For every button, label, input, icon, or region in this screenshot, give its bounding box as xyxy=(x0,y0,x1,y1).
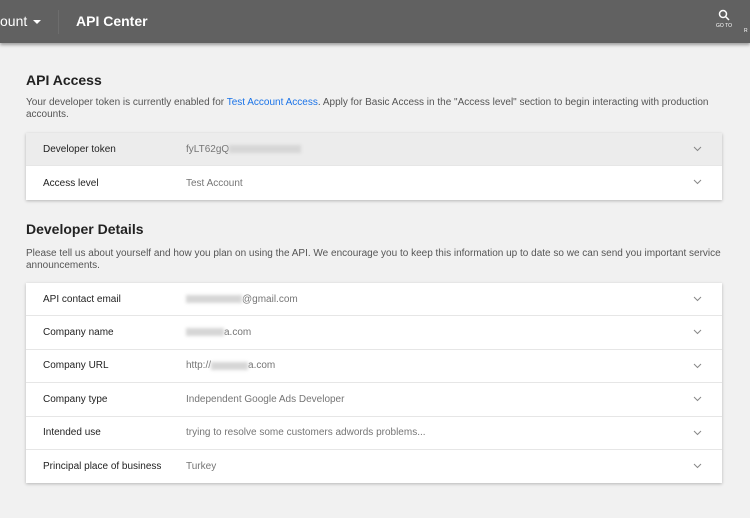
account-label: ount xyxy=(0,13,28,29)
chevron-down-icon xyxy=(693,330,702,335)
access-level-row[interactable]: Access level Test Account xyxy=(26,166,722,199)
row-value: a.com xyxy=(186,327,251,338)
redacted-block xyxy=(186,295,242,304)
value-text: Independent Google Ads Developer xyxy=(186,393,345,405)
chevron-down-icon xyxy=(693,296,702,302)
row-label: Intended use xyxy=(43,427,101,439)
value-text: @gmail.com xyxy=(242,293,298,305)
row-label: Company type xyxy=(43,393,108,405)
api-access-heading: API Access xyxy=(26,72,102,88)
chevron-down-icon xyxy=(693,463,702,469)
top-app-bar: ount API Center GO TO R xyxy=(0,0,750,43)
search-icon xyxy=(718,9,730,21)
value-text: a.com xyxy=(248,360,276,372)
developer-details-heading: Developer Details xyxy=(26,221,144,237)
redacted-block xyxy=(186,328,224,337)
api-access-card: Developer token fyLT62gQ Access level Te… xyxy=(26,133,722,200)
reports-button[interactable]: R xyxy=(744,28,748,34)
row-label: Company name xyxy=(43,327,114,339)
token-value: fyLT62gQ xyxy=(186,143,230,155)
row-value: http:// a.com xyxy=(186,360,275,371)
row-label: Company URL xyxy=(43,360,109,372)
desc-text: Your developer token is currently enable… xyxy=(26,97,227,108)
chevron-down-icon xyxy=(693,180,702,185)
api-access-description: Your developer token is currently enable… xyxy=(26,97,726,121)
row-label: Principal place of business xyxy=(43,461,162,473)
row-value: Test Account xyxy=(186,177,243,189)
chevron-down-icon xyxy=(693,146,702,152)
dropdown-caret-icon xyxy=(33,20,42,25)
developer-token-row[interactable]: Developer token fyLT62gQ xyxy=(26,133,722,167)
row-value: Independent Google Ads Developer xyxy=(186,394,344,405)
account-menu[interactable]: ount xyxy=(0,13,42,29)
developer-details-card: API contact email @gmail.com Company nam… xyxy=(26,283,722,484)
value-text: a.com xyxy=(224,327,252,339)
value-text: trying to resolve some customers adwords… xyxy=(186,427,426,439)
api-contact-email-row[interactable]: API contact email @gmail.com xyxy=(26,283,722,317)
company-url-row[interactable]: Company URL http:// a.com xyxy=(26,350,722,384)
intended-use-row[interactable]: Intended use trying to resolve some cust… xyxy=(26,417,722,450)
row-value: Turkey xyxy=(186,461,216,472)
row-value: @gmail.com xyxy=(186,294,298,305)
chevron-down-icon xyxy=(693,430,702,435)
divider xyxy=(58,10,59,34)
row-value: fyLT62gQ xyxy=(186,143,302,155)
value-prefix: http:// xyxy=(186,360,212,372)
chevron-down-icon xyxy=(693,396,702,402)
row-label: API contact email xyxy=(43,293,121,305)
goto-button[interactable]: GO TO xyxy=(712,9,736,29)
principal-place-of-business-row[interactable]: Principal place of business Turkey xyxy=(26,450,722,483)
redacted-block xyxy=(229,145,302,154)
developer-details-description: Please tell us about yourself and how yo… xyxy=(26,248,721,271)
test-account-access-link[interactable]: Test Account Access xyxy=(227,97,318,108)
company-type-row[interactable]: Company type Independent Google Ads Deve… xyxy=(26,383,722,417)
value-text: Turkey xyxy=(186,461,217,473)
redacted-block xyxy=(211,361,249,370)
chevron-down-icon xyxy=(693,363,702,368)
row-label: Access level xyxy=(43,177,99,189)
company-name-row[interactable]: Company name a.com xyxy=(26,316,722,350)
row-value: trying to resolve some customers adwords… xyxy=(186,427,426,438)
row-label: Developer token xyxy=(43,143,116,155)
goto-label: GO TO xyxy=(716,23,732,29)
page-title: API Center xyxy=(76,13,148,29)
